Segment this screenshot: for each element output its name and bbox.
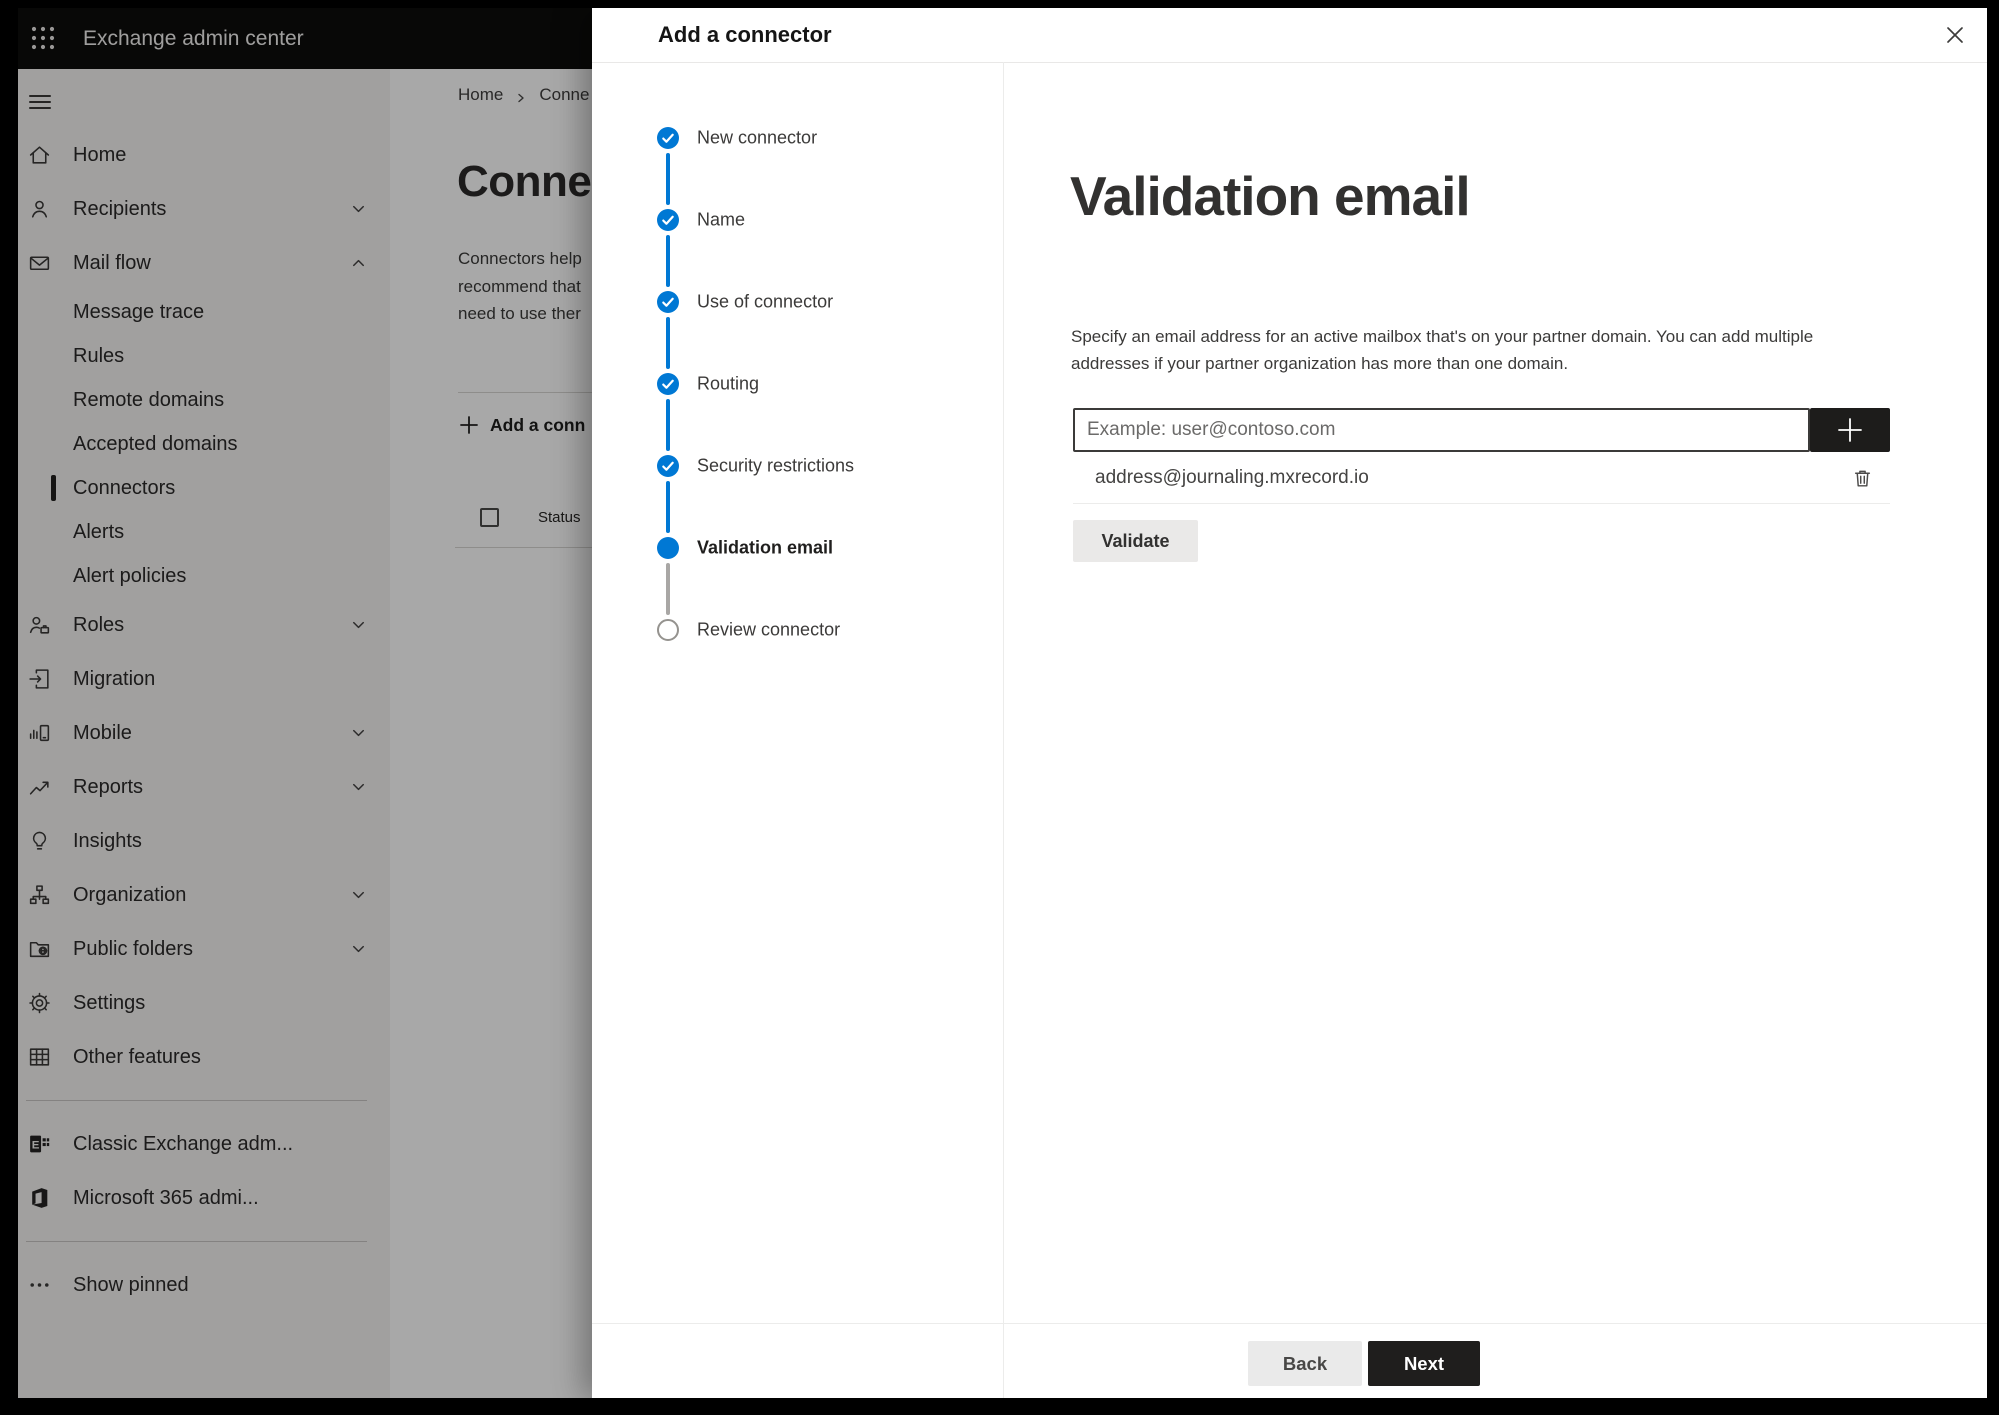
current-step-icon — [657, 537, 679, 559]
wizard-step-label: New connector — [697, 127, 818, 148]
step-routing[interactable]: Routing — [592, 357, 1003, 411]
step-validation-email[interactable]: Validation email — [592, 521, 1003, 575]
close-button[interactable] — [1936, 16, 1974, 54]
back-button[interactable]: Back — [1248, 1341, 1362, 1386]
address-text: address@journaling.mxrecord.io — [1095, 466, 1369, 488]
completed-step-icon — [657, 455, 679, 477]
plus-icon — [1836, 416, 1864, 444]
address-list: address@journaling.mxrecord.io — [1073, 452, 1890, 503]
validate-button[interactable]: Validate — [1073, 520, 1198, 562]
validation-email-input[interactable] — [1073, 408, 1810, 452]
step-use-of-connector[interactable]: Use of connector — [592, 275, 1003, 329]
address-row: address@journaling.mxrecord.io — [1073, 452, 1890, 503]
step-security-restrictions[interactable]: Security restrictions — [592, 439, 1003, 493]
wizard-step-label: Security restrictions — [697, 455, 855, 476]
dialog-header: Add a connector — [592, 8, 1987, 63]
dialog-content: Validation email Specify an email addres… — [1004, 62, 1987, 1398]
footer-divider — [592, 1323, 1987, 1324]
step-name[interactable]: Name — [592, 193, 1003, 247]
completed-step-icon — [657, 373, 679, 395]
step-heading: Validation email — [1070, 165, 1471, 227]
email-entry-row — [1073, 408, 1890, 452]
app-window: Exchange admin center Home Recipients Ma… — [18, 8, 1987, 1398]
wizard-step-label: Review connector — [697, 619, 841, 640]
address-list-divider — [1073, 503, 1890, 504]
wizard-step-label: Use of connector — [697, 291, 834, 312]
completed-step-icon — [657, 291, 679, 313]
step-description: Specify an email address for an active m… — [1071, 327, 1814, 373]
add-connector-dialog: Add a connector New connector Name Use o… — [592, 8, 1987, 1398]
next-button[interactable]: Next — [1368, 1341, 1480, 1386]
delete-address-button[interactable] — [1843, 459, 1881, 497]
wizard-step-label: Validation email — [697, 537, 834, 558]
upcoming-step-icon — [657, 619, 679, 641]
dialog-title: Add a connector — [658, 22, 832, 47]
trash-icon — [1851, 467, 1874, 490]
completed-step-icon — [657, 209, 679, 231]
step-review-connector[interactable]: Review connector — [592, 603, 1003, 657]
add-email-button[interactable] — [1810, 408, 1890, 452]
wizard-step-label: Routing — [697, 373, 760, 394]
wizard-step-label: Name — [697, 209, 746, 230]
completed-step-icon — [657, 127, 679, 149]
wizard-steps: New connector Name Use of connector Rout… — [592, 62, 1004, 1398]
close-icon — [1944, 24, 1966, 46]
step-new-connector[interactable]: New connector — [592, 111, 1003, 165]
